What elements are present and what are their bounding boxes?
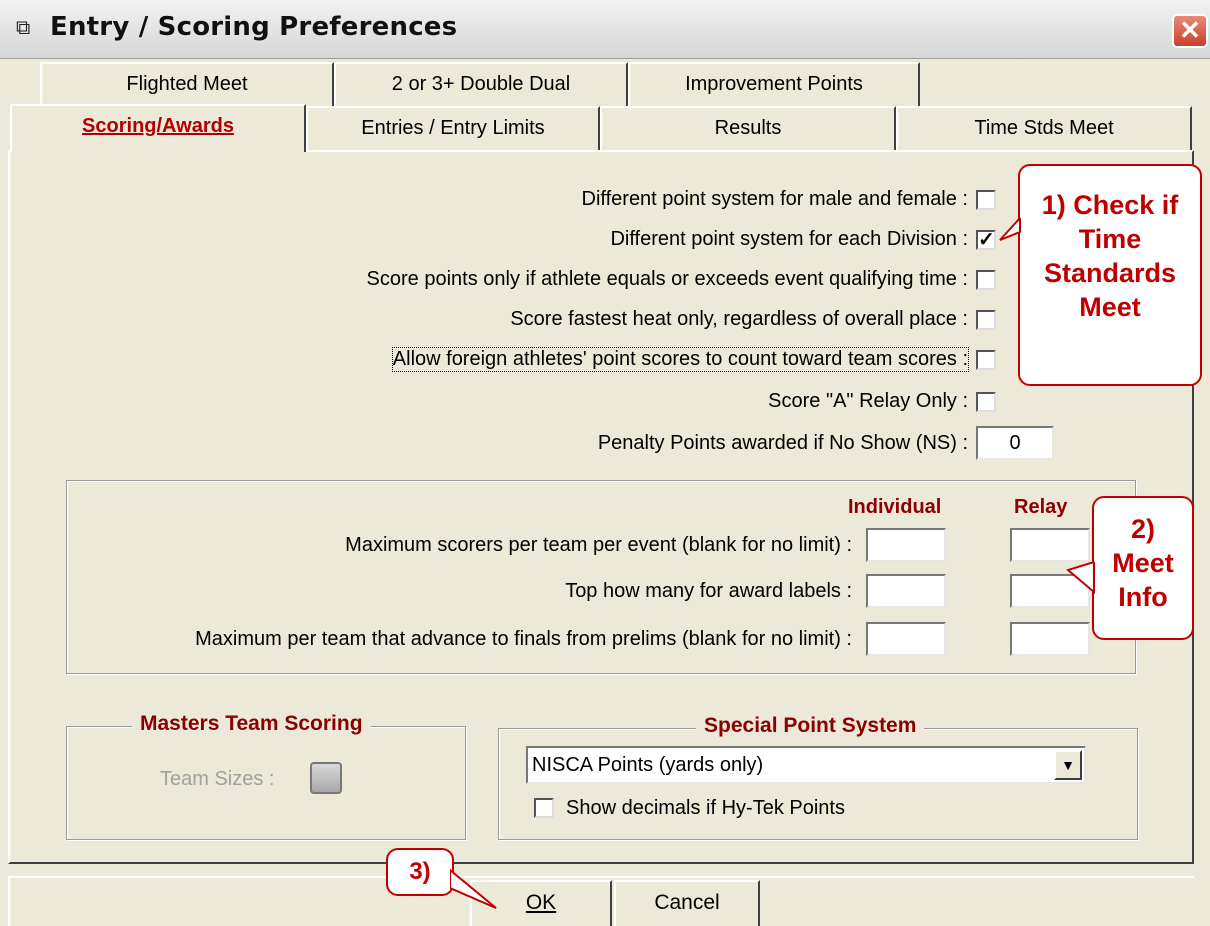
cancel-button[interactable]: Cancel (614, 880, 760, 926)
callout-ok: 3) (386, 848, 454, 896)
tab-label: Flighted Meet (126, 73, 248, 95)
callout-text: Meet (1079, 292, 1141, 322)
title-bar: ⧉ Entry / Scoring Preferences ✕ (0, 0, 1210, 59)
checkbox-qualifying-time[interactable] (976, 270, 996, 290)
ok-label: OK (525, 891, 557, 914)
checkbox-a-relay-only[interactable] (976, 392, 996, 412)
tab-improvement-points[interactable]: Improvement Points (628, 62, 920, 106)
tab-label: Results (714, 117, 782, 139)
callout-pointer-2 (1066, 562, 1095, 595)
special-point-system-group (498, 728, 1138, 840)
advance-finals-relay-input[interactable] (1010, 622, 1090, 656)
tab-time-stds-meet[interactable]: Time Stds Meet (896, 106, 1192, 150)
chevron-down-icon[interactable]: ▼ (1054, 750, 1082, 780)
tab-label: Scoring/Awards (82, 115, 234, 137)
penalty-points-input[interactable]: 0 (976, 426, 1054, 460)
cancel-label: Cancel (654, 891, 720, 914)
tab-entries-limits[interactable]: Entries / Entry Limits (306, 106, 600, 150)
tab-double-dual[interactable]: 2 or 3+ Double Dual (334, 62, 628, 106)
checkbox-gender-point-system[interactable] (976, 190, 996, 210)
option-label-fastest-heat: Score fastest heat only, regardless of o… (510, 308, 968, 330)
callout-check-time-standards: 1) Check if Time Standards Meet (1018, 164, 1202, 386)
tab-label: Entries / Entry Limits (361, 117, 545, 139)
column-header-individual: Individual (848, 496, 942, 518)
callout-pointer-3 (450, 868, 497, 909)
max-scorers-individual-input[interactable] (866, 528, 946, 562)
close-button[interactable]: ✕ (1172, 14, 1208, 48)
option-label-division: Different point system for each Division… (610, 228, 968, 250)
limit-label-max-scorers: Maximum scorers per team per event (blan… (345, 534, 852, 556)
callout-text: Info (1118, 582, 1168, 612)
special-legend: Special Point System (696, 714, 925, 738)
option-label-qualifying-time: Score points only if athlete equals or e… (366, 268, 968, 290)
advance-finals-individual-input[interactable] (866, 622, 946, 656)
callout-text: Meet (1112, 548, 1174, 578)
checkbox-fastest-heat[interactable] (976, 310, 996, 330)
callout-text: 1) Check if (1041, 190, 1179, 220)
checkmark-icon: ✓ (978, 229, 995, 251)
masters-legend: Masters Team Scoring (132, 712, 371, 736)
close-icon: ✕ (1179, 15, 1201, 45)
tab-label: Improvement Points (685, 73, 863, 95)
window-icon: ⧉ (16, 17, 31, 39)
tab-scoring-awards[interactable]: Scoring/Awards (10, 104, 306, 152)
limit-label-award-labels: Top how many for award labels : (565, 580, 852, 602)
team-sizes-button[interactable] (310, 762, 342, 794)
show-decimals-label: Show decimals if Hy-Tek Points (566, 797, 845, 819)
tab-flighted-meet[interactable]: Flighted Meet (40, 62, 334, 106)
option-label-gender: Different point system for male and fema… (581, 188, 968, 210)
point-system-select[interactable]: NISCA Points (yards only) ▼ (526, 746, 1086, 784)
point-system-selected: NISCA Points (yards only) (532, 754, 764, 776)
option-label-a-relay: Score "A" Relay Only : (768, 390, 968, 412)
callout-meet-info: 2) Meet Info (1092, 496, 1194, 640)
callout-text: 2) (1130, 514, 1155, 544)
callout-text: 3) (409, 858, 431, 885)
column-header-relay: Relay (1014, 496, 1068, 518)
callout-pointer-1 (999, 218, 1021, 241)
max-scorers-relay-input[interactable] (1010, 528, 1090, 562)
penalty-label: Penalty Points awarded if No Show (NS) : (597, 432, 968, 454)
callout-text: Time (1078, 224, 1142, 254)
window-title: Entry / Scoring Preferences (50, 12, 458, 42)
limit-label-advance-finals: Maximum per team that advance to finals … (195, 628, 852, 650)
checkbox-division-point-system[interactable]: ✓ (976, 230, 996, 250)
tab-results[interactable]: Results (600, 106, 896, 150)
checkbox-show-decimals[interactable] (534, 798, 554, 818)
team-sizes-label: Team Sizes : (160, 768, 275, 790)
dialog-window: ⧉ Entry / Scoring Preferences ✕ Flighted… (0, 0, 1210, 926)
callout-text: Standards (1043, 258, 1177, 288)
tab-label: 2 or 3+ Double Dual (391, 73, 571, 95)
checkbox-foreign-athletes[interactable] (976, 350, 996, 370)
option-label-foreign-athletes: Allow foreign athletes' point scores to … (391, 347, 970, 372)
award-labels-individual-input[interactable] (866, 574, 946, 608)
tab-label: Time Stds Meet (974, 117, 1114, 139)
